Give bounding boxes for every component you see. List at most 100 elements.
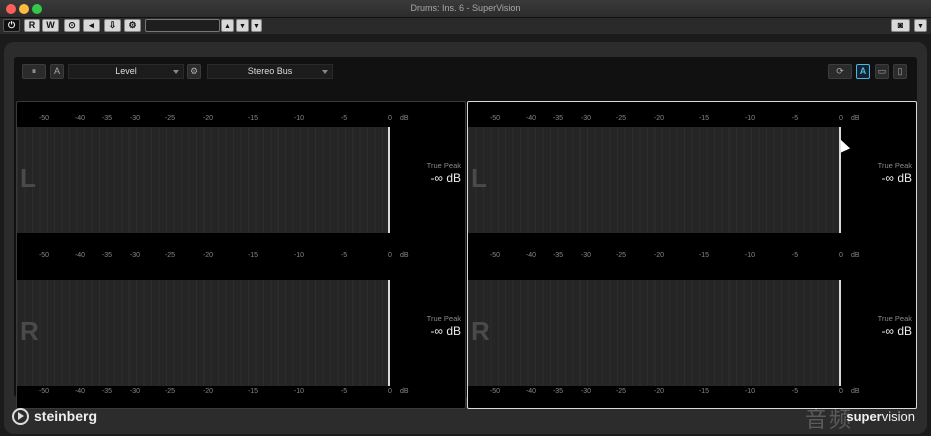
db-tick-label: -15 xyxy=(247,252,259,259)
meter-panel-left[interactable]: -50 -40 -35 -30 -25 -20 -15 -10 -5 0 dB L True Pea… xyxy=(16,101,466,409)
db-unit-label: dB xyxy=(400,252,409,259)
arrow-down-icon: ▼ xyxy=(239,23,246,30)
db-tick-label: -10 xyxy=(744,252,756,259)
db-tick-label: -20 xyxy=(653,115,665,122)
bypass-icon: ⊙ xyxy=(68,20,76,30)
db-tick-label: -40 xyxy=(525,115,537,122)
db-tick-label: -20 xyxy=(202,115,214,122)
sync-button[interactable]: ⟳ xyxy=(828,64,852,79)
window-title: Drums: Ins. 6 - SuperVision xyxy=(410,3,521,13)
layout-right-button[interactable]: ▯ xyxy=(893,64,907,79)
play-icon xyxy=(18,412,24,420)
db-tick-label: -10 xyxy=(744,388,756,395)
db-tick-label: -15 xyxy=(247,115,259,122)
chevron-down-icon: ▼ xyxy=(253,23,260,30)
true-peak-label: True Peak xyxy=(877,161,912,170)
true-peak-value: -∞ dB xyxy=(881,171,912,185)
preset-next-button[interactable]: ▼ xyxy=(236,19,249,32)
true-peak-value: -∞ dB xyxy=(881,324,912,338)
db-scale: -50 -40 -35 -30 -25 -20 -15 -10 -5 0 dB xyxy=(468,388,868,400)
read-automation-button[interactable]: R xyxy=(24,19,40,32)
db-tick-label: -15 xyxy=(698,252,710,259)
db-tick-label: -10 xyxy=(293,252,305,259)
true-peak-label: True Peak xyxy=(877,314,912,323)
preset-menu-button[interactable]: ▼ xyxy=(251,19,262,32)
db-tick-label: -25 xyxy=(164,388,176,395)
bus-select[interactable]: Stereo Bus xyxy=(207,64,333,79)
meter-channel-l: L xyxy=(17,127,390,233)
pause-button[interactable]: ⏸ xyxy=(22,64,46,79)
db-scale: -50 -40 -35 -30 -25 -20 -15 -10 -5 0 dB xyxy=(17,388,417,400)
plugin-frame: ⏸ A Level ⚙ Stereo Bus ⟳ A ▭ ▯ -50 -40 -… xyxy=(4,42,927,434)
db-unit-label: dB xyxy=(851,388,860,395)
channel-letter: R xyxy=(20,316,39,346)
db-tick-label: 0 xyxy=(388,388,392,395)
power-icon: ⏻ xyxy=(7,20,16,30)
module-settings-button[interactable]: ⚙ xyxy=(187,64,201,79)
db-tick-label: -20 xyxy=(202,252,214,259)
db-tick-label: 0 xyxy=(839,388,843,395)
db-tick-label: -5 xyxy=(791,252,799,259)
chevron-down-icon: ▼ xyxy=(917,23,924,30)
db-tick-label: -25 xyxy=(615,252,627,259)
meter-zero-line xyxy=(388,280,390,386)
db-tick-label: -35 xyxy=(101,252,113,259)
db-tick-label: -10 xyxy=(293,388,305,395)
db-tick-label: 0 xyxy=(388,115,392,122)
channel-letter: R xyxy=(471,316,490,346)
db-tick-label: -20 xyxy=(653,388,665,395)
meter-channel-l: L xyxy=(468,127,841,233)
db-tick-label: -5 xyxy=(340,388,348,395)
channel-letter: L xyxy=(20,163,36,193)
db-tick-label: -30 xyxy=(129,388,141,395)
bypass-button[interactable]: ⊙ xyxy=(64,19,80,32)
db-unit-label: dB xyxy=(400,388,409,395)
db-tick-label: -50 xyxy=(38,115,50,122)
db-tick-label: -40 xyxy=(74,252,86,259)
db-scale: -50 -40 -35 -30 -25 -20 -15 -10 -5 0 dB xyxy=(17,115,417,127)
db-tick-label: -25 xyxy=(164,115,176,122)
meter-zero-line xyxy=(388,127,390,233)
db-tick-label: -30 xyxy=(580,252,592,259)
power-button[interactable]: ⏻ xyxy=(3,19,20,32)
db-tick-label: -25 xyxy=(164,252,176,259)
compare-button[interactable]: ◂ xyxy=(83,19,100,32)
arrow-left-icon: ◂ xyxy=(89,20,94,30)
true-peak-label: True Peak xyxy=(426,161,461,170)
db-tick-label: 0 xyxy=(388,252,392,259)
write-automation-button[interactable]: W xyxy=(42,19,59,32)
db-tick-label: -25 xyxy=(615,115,627,122)
db-tick-label: -40 xyxy=(525,252,537,259)
meter-channel-r: R xyxy=(17,280,390,386)
db-tick-label: -35 xyxy=(552,115,564,122)
bus-name: Stereo Bus xyxy=(247,66,293,76)
db-tick-label: -5 xyxy=(791,115,799,122)
db-tick-label: -30 xyxy=(129,252,141,259)
db-tick-label: -35 xyxy=(101,388,113,395)
module-select[interactable]: Level xyxy=(68,64,184,79)
camera-icon: ◙ xyxy=(897,20,904,30)
meter-channel-r: R xyxy=(468,280,841,386)
db-tick-label: -30 xyxy=(580,388,592,395)
db-tick-label: -5 xyxy=(791,388,799,395)
db-unit-label: dB xyxy=(400,115,409,122)
arrow-up-icon: ▲ xyxy=(224,23,231,30)
preset-prev-button[interactable]: ▲ xyxy=(221,19,234,32)
settings-button[interactable]: ⚙ xyxy=(124,19,141,32)
db-tick-label: 0 xyxy=(839,252,843,259)
plugin-toolbar: ⏸ A Level ⚙ Stereo Bus ⟳ A ▭ ▯ xyxy=(22,64,909,80)
db-tick-label: -5 xyxy=(340,252,348,259)
a-active-button[interactable]: A xyxy=(856,64,870,79)
db-unit-label: dB xyxy=(851,115,860,122)
snapshot-button[interactable]: ◙ xyxy=(891,19,910,32)
db-tick-label: -30 xyxy=(129,115,141,122)
plugin-footer: steinberg supervision xyxy=(4,400,927,434)
snapshot-menu-button[interactable]: ▼ xyxy=(914,19,927,32)
layout-bottom-button[interactable]: ▭ xyxy=(875,64,889,79)
meter-zero-line xyxy=(839,280,841,386)
side-chain-button[interactable]: ⇩ xyxy=(104,19,121,32)
true-peak-label: True Peak xyxy=(426,314,461,323)
db-scale: -50 -40 -35 -30 -25 -20 -15 -10 -5 0 dB xyxy=(17,252,417,264)
a-slot-button[interactable]: A xyxy=(50,64,64,79)
preset-field[interactable] xyxy=(145,19,220,32)
